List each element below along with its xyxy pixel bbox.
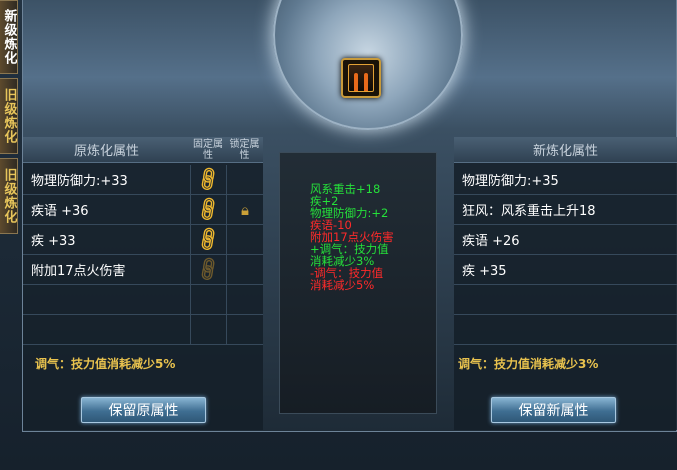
original-attributes-panel: 原炼化属性 固定属性 锁定属性 物理防御力:+33 🔗︎ 疾语 +36 🔗︎ 🔒… — [23, 137, 263, 430]
empty-attr-row — [23, 285, 190, 315]
new-tiaoqi: 调气：技力值消耗减少3% — [458, 357, 599, 371]
chain-icon[interactable]: 🔗︎ — [190, 194, 226, 225]
equipment-slot[interactable] — [341, 58, 381, 98]
empty-cell — [190, 315, 226, 345]
empty-attr-row — [454, 285, 677, 315]
chain-icon[interactable]: 🔗︎ — [190, 164, 226, 195]
lock-slot — [226, 255, 263, 285]
empty-attr-row — [454, 315, 677, 345]
original-attr-row: 物理防御力:+33 — [23, 165, 190, 195]
empty-cell — [190, 285, 226, 315]
lock-slot[interactable] — [226, 225, 263, 255]
diff-line: 消耗减少5% — [310, 278, 375, 292]
new-attr-row: 物理防御力:+35 — [454, 165, 677, 195]
empty-attr-row — [23, 315, 190, 345]
diff-list: 风系重击+18 疾+2 物理防御力:+2 疾语-10 附加17点火伤害 +调气：… — [310, 183, 394, 291]
refine-window: 原炼化属性 固定属性 锁定属性 物理防御力:+33 🔗︎ 疾语 +36 🔗︎ 🔒… — [22, 0, 677, 432]
new-attr-row: 疾语 +26 — [454, 225, 677, 255]
keep-original-button[interactable]: 保留原属性 — [81, 397, 206, 423]
original-tiaoqi: 调气：技力值消耗减少5% — [35, 357, 176, 371]
tab-label: 旧级炼化 — [1, 88, 17, 144]
chain-icon[interactable]: 🔗︎ — [190, 224, 226, 255]
lock-slot[interactable] — [226, 165, 263, 195]
attribute-diff-panel: 风系重击+18 疾+2 物理防御力:+2 疾语-10 附加17点火伤害 +调气：… — [279, 152, 437, 414]
keep-new-button[interactable]: 保留新属性 — [491, 397, 616, 423]
tab-new-refine[interactable]: 新级炼化 — [0, 0, 18, 74]
new-attributes-panel: 新炼化属性 物理防御力:+35 狂风：风系重击上升18 疾语 +26 疾 +35… — [454, 137, 677, 430]
chain-icon-disabled: 🔗︎ — [190, 254, 226, 285]
fixed-attribute-header: 固定属性 — [190, 137, 226, 163]
refine-screen: 新级炼化 旧级炼化 旧级炼化 原炼化属性 固定属性 锁定属性 物理防御力:+33… — [0, 0, 677, 470]
lock-icon[interactable]: 🔒︎ — [226, 195, 263, 225]
tab-label: 新级炼化 — [1, 9, 17, 65]
original-attr-row: 疾 +33 — [23, 225, 190, 255]
tab-old-refine[interactable]: 旧级炼化 — [0, 78, 18, 154]
original-attributes-header: 原炼化属性 — [23, 137, 190, 163]
tab-label: 旧级炼化 — [1, 168, 17, 224]
empty-cell — [226, 285, 263, 315]
new-attr-row: 疾 +35 — [454, 255, 677, 285]
original-attr-row: 疾语 +36 — [23, 195, 190, 225]
tab-old-refine-2[interactable]: 旧级炼化 — [0, 158, 18, 234]
lock-attribute-header: 锁定属性 — [226, 137, 263, 163]
empty-cell — [226, 315, 263, 345]
original-attr-row: 附加17点火伤害 — [23, 255, 190, 285]
equipment-item-icon — [348, 64, 374, 92]
new-attr-row: 狂风：风系重击上升18 — [454, 195, 677, 225]
new-attributes-header: 新炼化属性 — [454, 137, 677, 163]
